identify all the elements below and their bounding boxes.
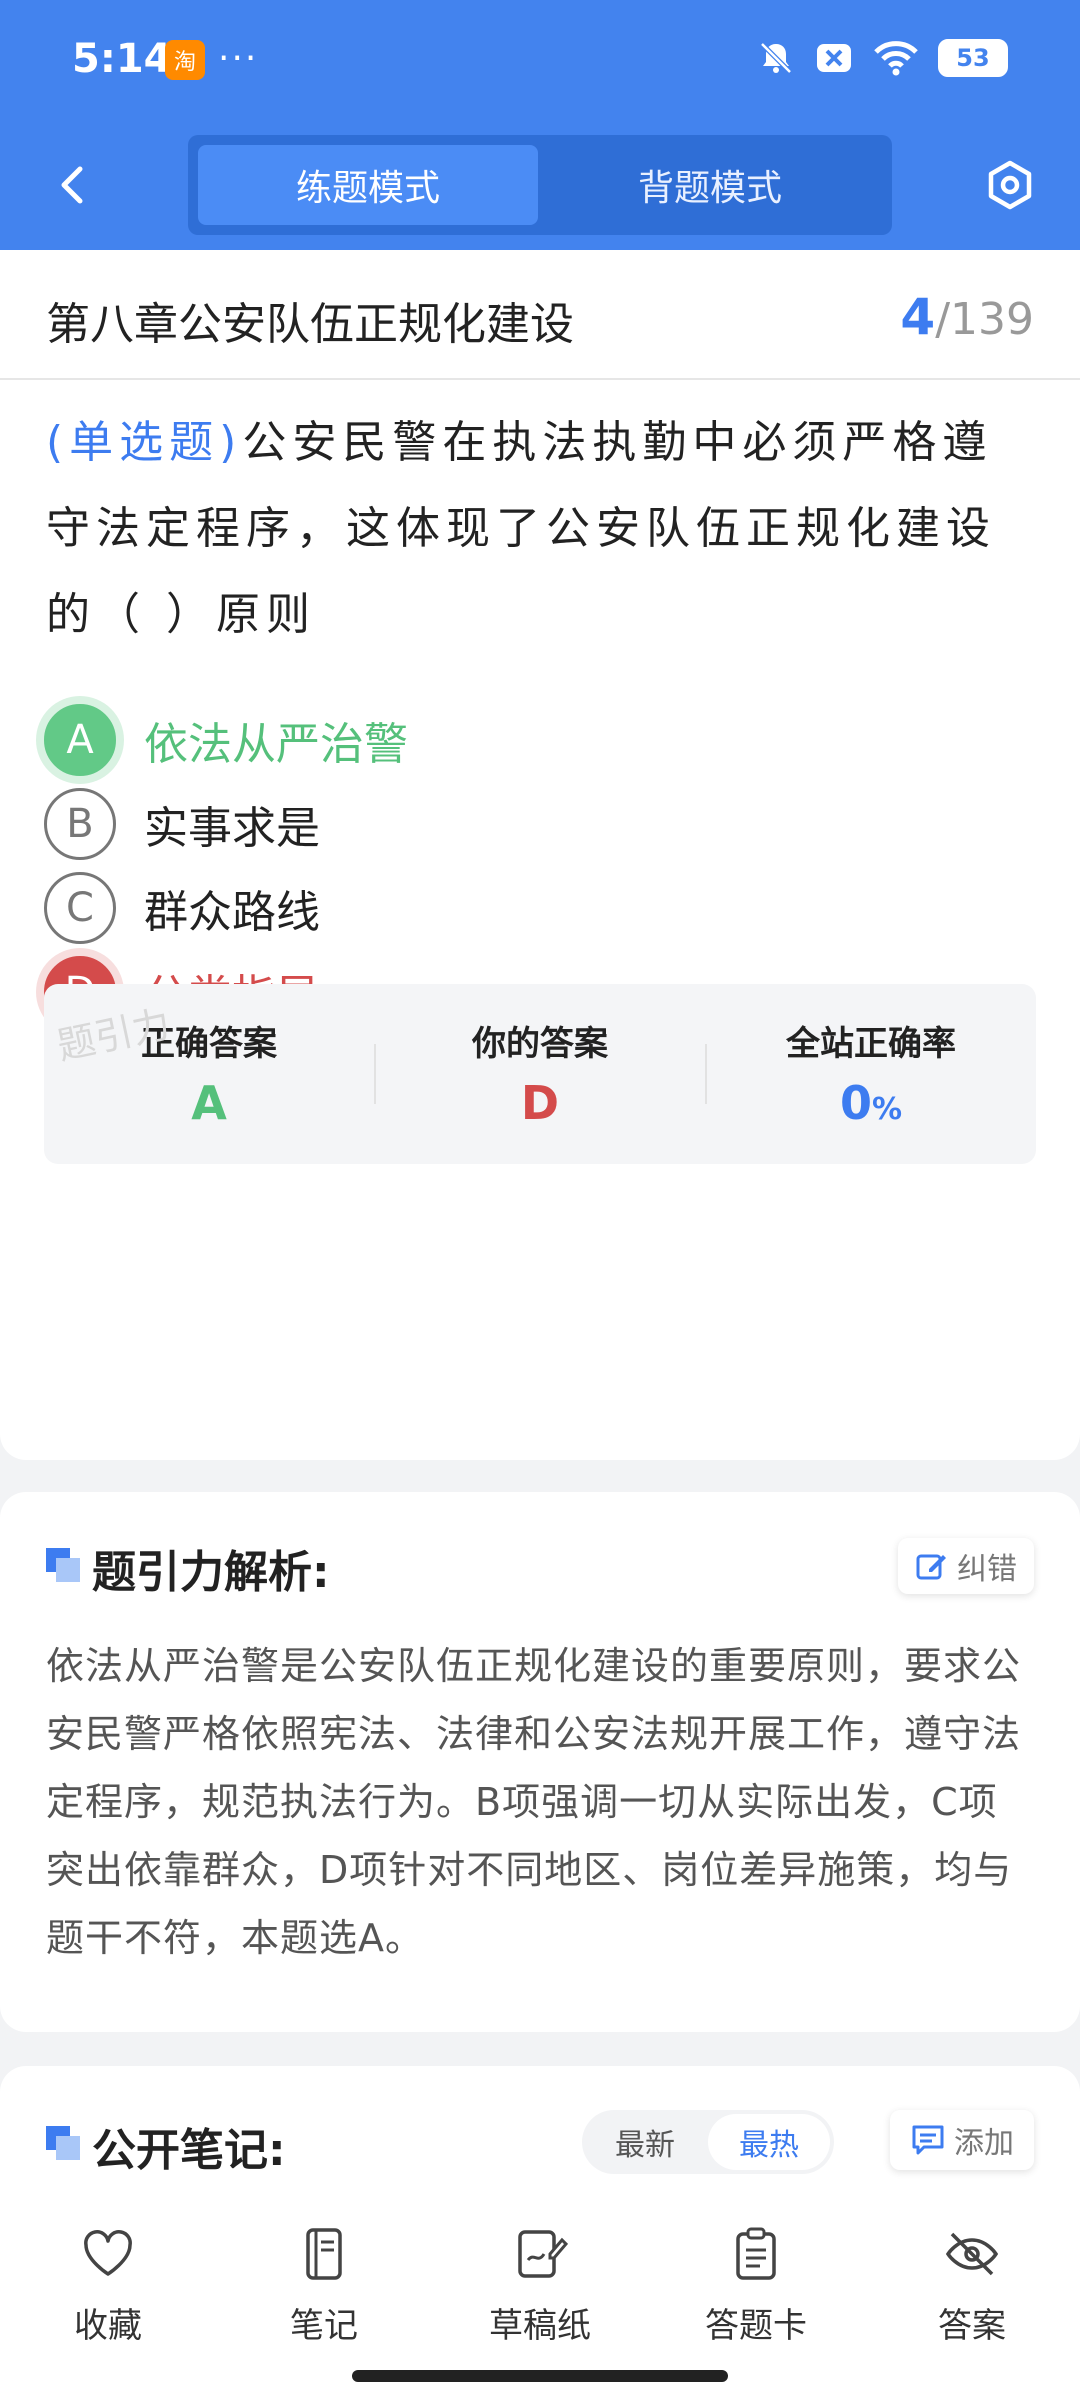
current-question-number: 4 (900, 288, 936, 346)
question-type: (单选题) (46, 417, 243, 468)
option-a-letter: A (44, 704, 116, 776)
accuracy-block: 全站正确率 0% (706, 984, 1036, 1164)
analysis-text: 依法从严治警是公安队伍正规化建设的重要原则，要求公安民警严格依照宪法、法律和公安… (46, 1644, 1022, 1960)
edit-icon (916, 1554, 946, 1580)
back-arrow-icon[interactable] (44, 155, 104, 215)
comment-icon (912, 2125, 944, 2155)
draft-paper-icon (518, 2230, 569, 2278)
app-header: 5:14 淘 ··· 53 练题模式 背题模式 (0, 0, 1080, 250)
option-c-text: 群众路线 (144, 887, 320, 938)
accuracy-label: 全站正确率 (786, 1024, 956, 1064)
your-answer-value: D (520, 1076, 560, 1130)
question-counter: 4/139 (900, 288, 1034, 346)
tab-answer-label: 答案 (938, 2306, 1006, 2346)
notebook-icon (306, 2228, 342, 2280)
section-square-icon (46, 2126, 80, 2160)
accuracy-unit: % (871, 1092, 903, 1127)
eye-hidden-icon (945, 2232, 999, 2276)
option-b-text: 实事求是 (144, 803, 320, 854)
answer-summary: 正确答案 A 你的答案 D 全站正确率 0% (44, 984, 1036, 1164)
add-note-label: 添加 (954, 2126, 1014, 2161)
no-sim-icon (817, 44, 851, 72)
taobao-app-icon: 淘 (165, 40, 205, 80)
settings-hexagon-icon[interactable] (980, 155, 1040, 215)
mode-switch: 练题模式 背题模式 (188, 135, 892, 235)
notes-title: 公开笔记: (92, 2125, 286, 2176)
report-error-button[interactable]: 纠错 (898, 1538, 1034, 1594)
accuracy-number: 0 (839, 1076, 872, 1130)
analysis-card: 题引力解析: 纠错 依法从严治警是公安队伍正规化建设的重要原则，要求公安民警严格… (0, 1492, 1080, 2032)
tab-practice-mode[interactable]: 练题模式 (198, 145, 538, 225)
sort-hot-tab[interactable]: 最热 (708, 2114, 830, 2170)
clipboard-icon (736, 2227, 776, 2280)
section-square-icon (46, 1548, 80, 1582)
report-error-label: 纠错 (957, 1552, 1017, 1587)
add-note-button[interactable]: 添加 (890, 2110, 1034, 2170)
tab-notes-label: 笔记 (290, 2306, 358, 2346)
question-stem: (单选题)公安民警在执法执勤中必须严格遵守法定程序，这体现了公安队伍正规化建设的… (46, 400, 1036, 658)
total-questions: /139 (935, 294, 1034, 345)
accuracy-value: 0% (706, 1076, 1036, 1130)
option-c[interactable]: C 群众路线 (44, 868, 944, 948)
mute-bell-icon (760, 42, 792, 74)
your-answer-block: 你的答案 D (375, 984, 705, 1164)
notes-sort-switch: 最新 最热 (582, 2110, 834, 2174)
more-notifications-icon: ··· (218, 38, 259, 79)
chapter-title: 第八章公安队伍正规化建设 (46, 299, 574, 350)
heart-icon (84, 2230, 132, 2276)
nav-bar: 练题模式 背题模式 (0, 125, 1080, 250)
correct-answer-value: A (191, 1076, 227, 1130)
tab-answer[interactable]: 答案 (882, 2224, 1062, 2364)
tab-scratch-paper-label: 草稿纸 (489, 2306, 591, 2346)
wifi-icon (874, 41, 918, 76)
status-icons: 53 (756, 38, 1008, 78)
tab-favorite[interactable]: 收藏 (18, 2224, 198, 2364)
tab-answer-sheet[interactable]: 答题卡 (666, 2224, 846, 2364)
sort-latest-tab[interactable]: 最新 (582, 2110, 708, 2174)
divider (0, 378, 1080, 380)
question-card: 第八章公安队伍正规化建设 4/139 (单选题)公安民警在执法执勤中必须严格遵守… (0, 250, 1080, 1460)
battery-icon: 53 (938, 39, 1008, 77)
status-time: 5:14 (72, 36, 172, 82)
option-c-letter: C (44, 872, 116, 944)
option-b[interactable]: B 实事求是 (44, 784, 944, 864)
tab-memorize-mode[interactable]: 背题模式 (538, 145, 882, 225)
tab-notes[interactable]: 笔记 (234, 2224, 414, 2364)
tab-favorite-label: 收藏 (74, 2306, 142, 2346)
option-a[interactable]: A 依法从严治警 (44, 700, 944, 780)
tab-scratch-paper[interactable]: 草稿纸 (450, 2224, 630, 2364)
option-a-text: 依法从严治警 (144, 719, 408, 770)
your-answer-label: 你的答案 (472, 1024, 608, 1064)
tab-answer-sheet-label: 答题卡 (705, 2306, 807, 2346)
option-b-letter: B (44, 788, 116, 860)
home-indicator[interactable] (352, 2370, 728, 2382)
status-bar: 5:14 淘 ··· 53 (0, 0, 1080, 125)
analysis-title: 题引力解析: (92, 1547, 330, 1598)
